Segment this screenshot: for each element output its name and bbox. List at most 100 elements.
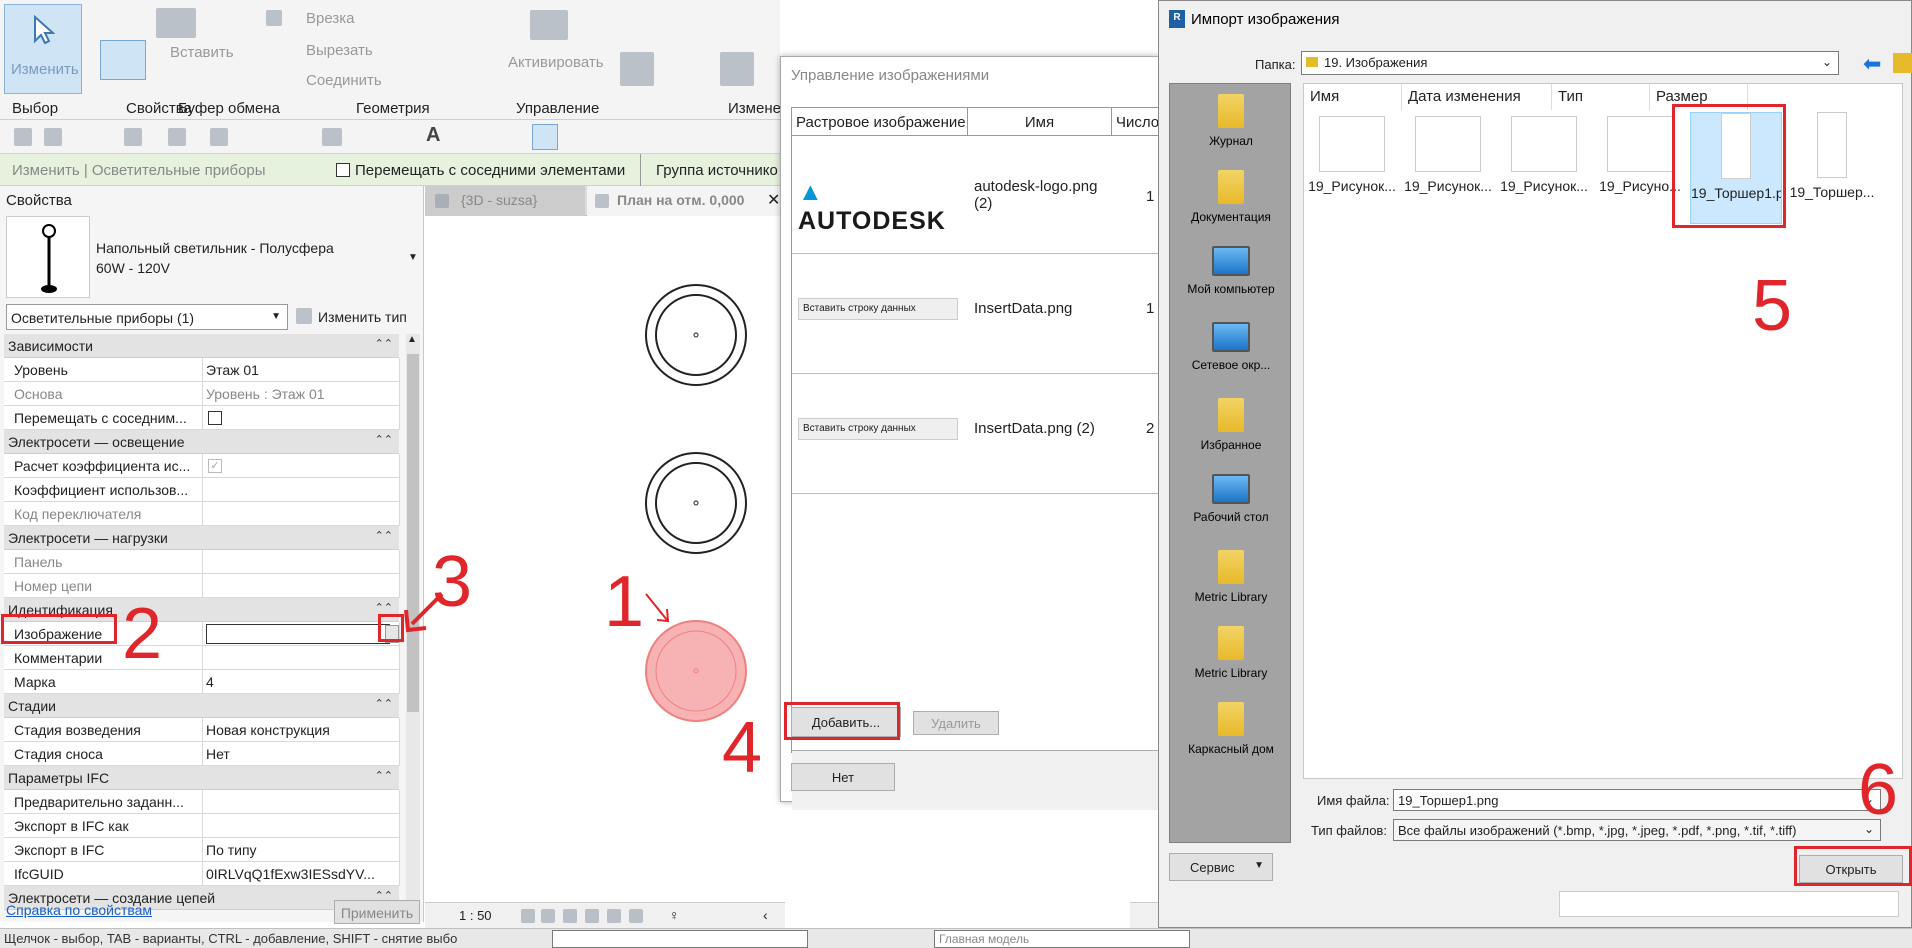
file-item[interactable]: 19_Рисунок... bbox=[1306, 112, 1398, 224]
rotate-icon[interactable] bbox=[720, 52, 754, 86]
print-icon[interactable] bbox=[210, 128, 228, 146]
move-icon[interactable] bbox=[620, 52, 654, 86]
undo-icon[interactable] bbox=[124, 128, 142, 146]
filename-input[interactable]: 19_Торшер1.png ⌄ bbox=[1393, 789, 1881, 811]
crop-icon[interactable] bbox=[607, 909, 621, 923]
file-list[interactable]: Имя Дата изменения Тип Размер 19_Рисунок… bbox=[1303, 83, 1903, 779]
view-scale[interactable]: 1 : 50 bbox=[459, 908, 492, 923]
align-icon[interactable] bbox=[530, 10, 568, 40]
property-value[interactable]: Уровень : Этаж 01 bbox=[206, 386, 325, 402]
property-value[interactable]: 0IRLVqQ1fExw3IESsdYV... bbox=[206, 866, 375, 882]
temp-hide-icon[interactable] bbox=[629, 909, 643, 923]
visual-style-icon[interactable] bbox=[541, 909, 555, 923]
collapse-icon[interactable]: ⌃⌃ bbox=[375, 697, 393, 710]
image-param-input[interactable] bbox=[206, 624, 390, 644]
delete-image-button[interactable]: Удалить bbox=[913, 711, 999, 735]
bulb-icon[interactable]: ♀ bbox=[669, 907, 680, 923]
property-row[interactable]: Экспорт в IFC По типу bbox=[4, 838, 400, 862]
place-item[interactable]: Metric Library bbox=[1170, 626, 1292, 680]
edit-type-button[interactable]: Изменить тип bbox=[292, 304, 420, 330]
filetype-select[interactable]: Все файлы изображений (*.bmp, *.jpg, *.j… bbox=[1393, 819, 1881, 841]
property-row[interactable]: Стадия сноса Нет bbox=[4, 742, 400, 766]
property-row[interactable]: Марка 4 bbox=[4, 670, 400, 694]
property-value[interactable]: 4 bbox=[206, 674, 214, 690]
file-item[interactable]: 19_Рисунок... bbox=[1402, 112, 1494, 224]
open-icon[interactable] bbox=[14, 128, 32, 146]
drawing-area[interactable] bbox=[425, 216, 785, 902]
apply-button[interactable]: Применить bbox=[334, 900, 420, 924]
scroll-up-icon[interactable]: ▲ bbox=[407, 334, 417, 345]
file-item[interactable]: 19_Рисуно... bbox=[1594, 112, 1686, 224]
place-item[interactable]: Мой компьютер bbox=[1170, 246, 1292, 296]
category-select[interactable]: Осветительные приборы (1) ▼ bbox=[6, 304, 288, 330]
column-name[interactable]: Имя bbox=[968, 108, 1112, 136]
collapse-icon[interactable]: ⌃⌃ bbox=[375, 337, 393, 350]
file-item[interactable]: 19_Торшер... bbox=[1786, 112, 1878, 224]
property-row[interactable]: Расчет коэффициента ис... ✓ bbox=[4, 454, 400, 478]
place-item[interactable]: Документация bbox=[1170, 170, 1292, 224]
property-group[interactable]: Электросети — освещение ⌃⌃ bbox=[4, 430, 399, 454]
design-option-select[interactable]: Главная модель bbox=[934, 930, 1190, 948]
column-size[interactable]: Размер bbox=[1650, 84, 1748, 110]
detail-level-icon[interactable] bbox=[521, 909, 535, 923]
activate-label[interactable]: Активировать bbox=[508, 54, 604, 71]
place-item[interactable]: Metric Library bbox=[1170, 550, 1292, 604]
tab-plan[interactable]: План на отм. 0,000 ✕ bbox=[587, 186, 785, 216]
sun-path-icon[interactable] bbox=[563, 909, 577, 923]
property-row[interactable]: Код переключателя bbox=[4, 502, 400, 526]
tab-3d[interactable]: {3D - suzsa} bbox=[425, 186, 585, 216]
cut-label[interactable]: Врезка bbox=[306, 10, 354, 27]
close-icon[interactable]: ✕ bbox=[767, 190, 780, 210]
column-type[interactable]: Тип bbox=[1552, 84, 1650, 110]
column-raster-image[interactable]: Растровое изображение bbox=[792, 108, 968, 136]
property-row[interactable]: Панель bbox=[4, 550, 400, 574]
file-item[interactable]: 19_Торшер1.png bbox=[1690, 112, 1782, 224]
up-folder-icon[interactable] bbox=[1893, 53, 1912, 73]
no-button[interactable]: Нет bbox=[791, 763, 895, 791]
property-row[interactable]: Предварительно заданн... bbox=[4, 790, 400, 814]
property-row[interactable]: Коэффициент использов... bbox=[4, 478, 400, 502]
save-icon[interactable] bbox=[44, 128, 62, 146]
property-group[interactable]: Электросети — нагрузки ⌃⌃ bbox=[4, 526, 399, 550]
move-with-neighbors-checkbox[interactable] bbox=[336, 163, 350, 177]
shadows-icon[interactable] bbox=[585, 909, 599, 923]
redo-icon[interactable] bbox=[168, 128, 186, 146]
file-item[interactable]: 19_Рисунок... bbox=[1498, 112, 1590, 224]
property-row[interactable]: Экспорт в IFC как bbox=[4, 814, 400, 838]
property-row[interactable]: Изображение bbox=[4, 622, 400, 646]
text-icon[interactable]: A bbox=[426, 124, 440, 147]
collapse-icon[interactable]: ⌃⌃ bbox=[375, 433, 393, 446]
place-item[interactable]: Сетевое окр... bbox=[1170, 322, 1292, 372]
table-row[interactable]: ▲ AUTODESK autodesk-logo.png (2) 1 bbox=[792, 136, 1162, 254]
property-value[interactable]: Нет bbox=[206, 746, 230, 762]
service-button[interactable]: Сервис ▼ bbox=[1169, 853, 1273, 881]
property-group[interactable]: Идентификация ⌃⌃ bbox=[4, 598, 399, 622]
thin-lines-icon[interactable] bbox=[532, 124, 558, 150]
type-dropdown-icon[interactable]: ▼ bbox=[408, 252, 418, 263]
paste-icon[interactable] bbox=[156, 8, 196, 38]
column-name[interactable]: Имя bbox=[1304, 84, 1402, 110]
scroll-left-icon[interactable]: ‹ bbox=[763, 907, 768, 923]
cut2-label[interactable]: Вырезать bbox=[306, 42, 373, 59]
property-row[interactable]: Уровень Этаж 01 bbox=[4, 358, 400, 382]
property-checkbox[interactable]: ✓ bbox=[208, 459, 222, 473]
measure-icon[interactable] bbox=[322, 128, 342, 146]
property-group[interactable]: Параметры IFC ⌃⌃ bbox=[4, 766, 399, 790]
property-row[interactable]: Перемещать с соседним... bbox=[4, 406, 400, 430]
place-item[interactable]: Рабочий стол bbox=[1170, 474, 1292, 524]
add-image-button[interactable]: Добавить... bbox=[791, 707, 901, 737]
workset-select[interactable] bbox=[552, 930, 808, 948]
back-arrow-icon[interactable]: ⬅ bbox=[1863, 51, 1881, 77]
place-item[interactable]: Избранное bbox=[1170, 398, 1292, 452]
property-row[interactable]: Основа Уровень : Этаж 01 bbox=[4, 382, 400, 406]
group-sources-label[interactable]: Группа источнико bbox=[656, 162, 778, 179]
property-group[interactable]: Зависимости ⌃⌃ bbox=[4, 334, 399, 358]
collapse-icon[interactable]: ⌃⌃ bbox=[375, 529, 393, 542]
property-row[interactable]: IfcGUID 0IRLVqQ1fExw3IESsdYV... bbox=[4, 862, 400, 886]
property-value[interactable]: Этаж 01 bbox=[206, 362, 259, 378]
modify-button[interactable]: Изменить bbox=[4, 4, 82, 94]
browse-button[interactable] bbox=[385, 625, 399, 643]
property-value[interactable]: По типу bbox=[206, 842, 257, 858]
folder-select[interactable]: 19. Изображения ⌄ bbox=[1301, 51, 1839, 75]
property-checkbox[interactable] bbox=[208, 411, 222, 425]
